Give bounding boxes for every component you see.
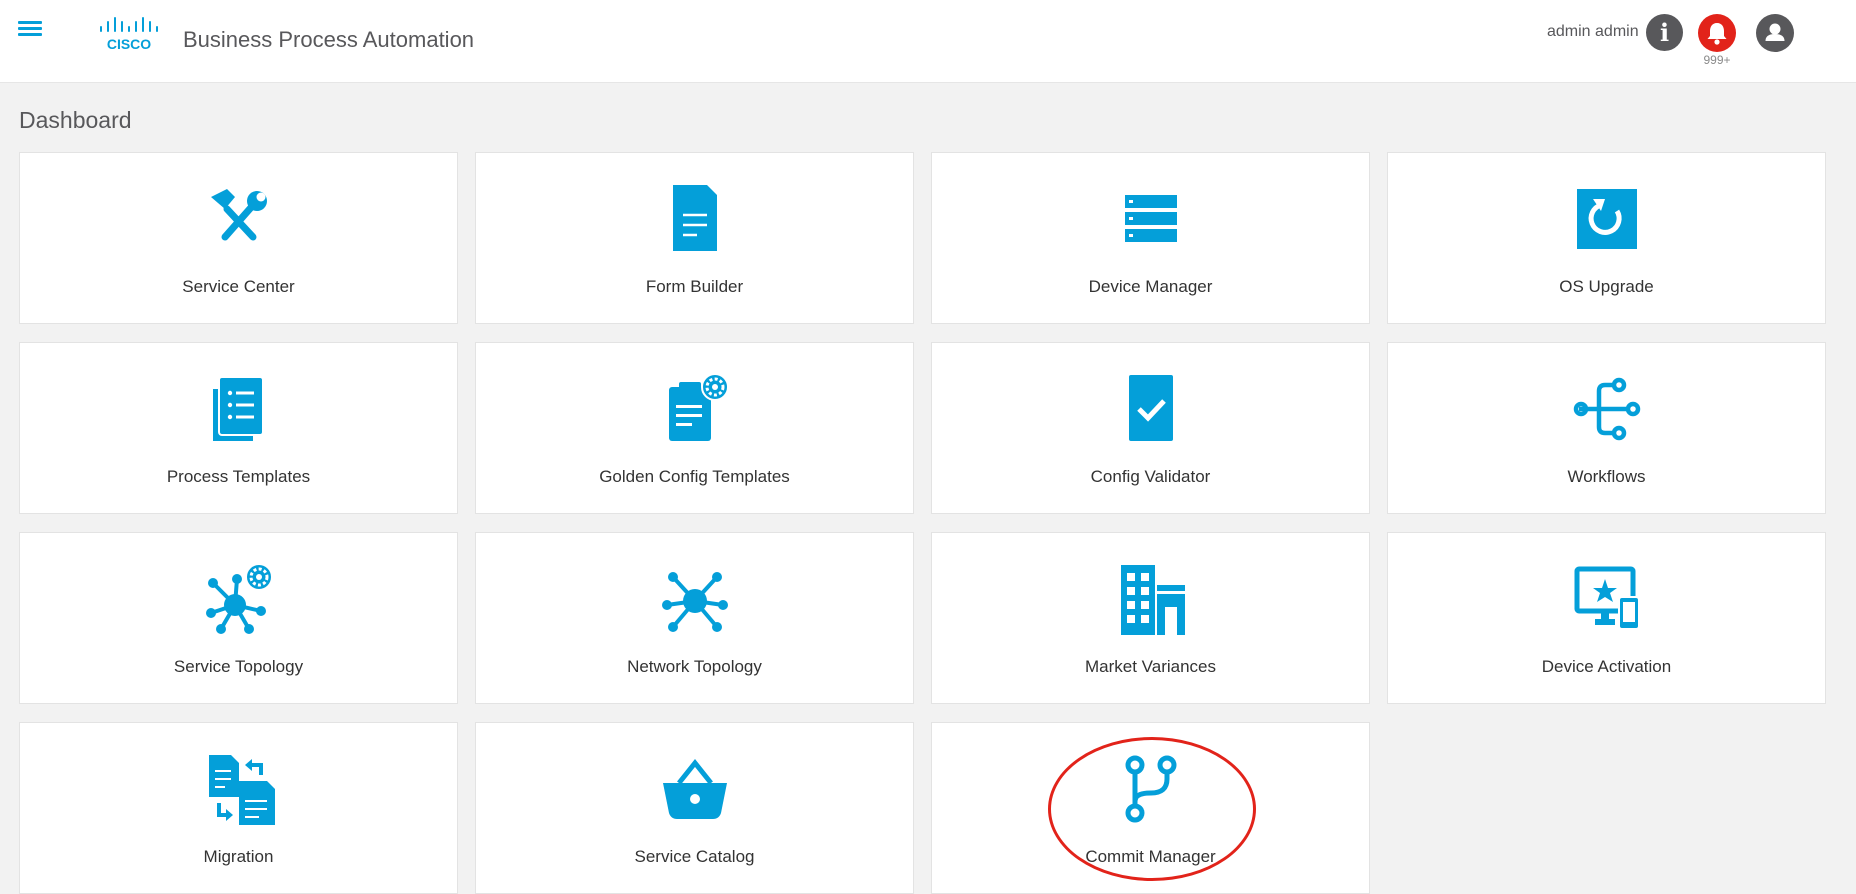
basket-icon	[659, 753, 731, 825]
dashboard-grid: Service Center Form Builder Device Manag…	[19, 152, 1826, 894]
tile-label: Process Templates	[166, 467, 311, 486]
tile-label: Device Manager	[1088, 277, 1213, 296]
tile-label: Form Builder	[645, 277, 744, 296]
tile-network-topology[interactable]: Network Topology	[475, 532, 914, 704]
git-branch-icon	[1115, 753, 1187, 825]
tile-label: Market Variances	[1084, 657, 1216, 676]
tile-service-catalog[interactable]: Service Catalog	[475, 722, 914, 894]
tile-form-builder[interactable]: Form Builder	[475, 152, 914, 324]
tile-golden-config-templates[interactable]: Golden Config Templates	[475, 342, 914, 514]
tile-migration[interactable]: Migration	[19, 722, 458, 894]
tile-label: Service Topology	[173, 657, 304, 676]
network-icon	[659, 563, 731, 635]
top-header: CISCO Business Process Automation admin …	[0, 0, 1856, 83]
tile-label: Service Catalog	[634, 847, 755, 866]
buildings-icon	[1115, 563, 1187, 635]
svg-text:CISCO: CISCO	[107, 36, 151, 52]
workflow-icon	[1571, 373, 1643, 445]
check-document-icon	[1115, 373, 1187, 445]
tile-label: Golden Config Templates	[599, 467, 790, 486]
topology-gear-icon	[203, 563, 275, 635]
notification-count: 999+	[1703, 53, 1731, 67]
clipboard-gear-icon	[659, 373, 731, 445]
monitor-devices-icon	[1571, 563, 1643, 635]
bell-icon[interactable]	[1698, 14, 1736, 52]
tools-icon	[203, 183, 275, 255]
user-name[interactable]: admin admin	[1547, 23, 1639, 41]
tile-device-manager[interactable]: Device Manager	[931, 152, 1370, 324]
tile-label: Service Center	[182, 277, 295, 296]
tile-label: Migration	[203, 847, 274, 866]
swap-documents-icon	[203, 753, 275, 825]
hamburger-menu-icon[interactable]	[18, 18, 42, 42]
app-title: Business Process Automation	[183, 27, 475, 52]
cisco-logo[interactable]: CISCO	[98, 14, 162, 54]
tile-config-validator[interactable]: Config Validator	[931, 342, 1370, 514]
tile-process-templates[interactable]: Process Templates	[19, 342, 458, 514]
tile-device-activation[interactable]: Device Activation	[1387, 532, 1826, 704]
page-title: Dashboard	[19, 107, 132, 133]
tile-label: Config Validator	[1090, 467, 1211, 486]
refresh-icon	[1571, 183, 1643, 255]
tile-workflows[interactable]: Workflows	[1387, 342, 1826, 514]
user-icon[interactable]	[1756, 14, 1794, 52]
list-document-icon	[203, 373, 275, 445]
tile-service-center[interactable]: Service Center	[19, 152, 458, 324]
tile-label: Network Topology	[627, 657, 762, 676]
tile-market-variances[interactable]: Market Variances	[931, 532, 1370, 704]
server-icon	[1115, 183, 1187, 255]
document-icon	[659, 183, 731, 255]
info-icon[interactable]: i	[1646, 14, 1683, 51]
tile-os-upgrade[interactable]: OS Upgrade	[1387, 152, 1826, 324]
tile-label: Device Activation	[1541, 657, 1672, 676]
tile-label: OS Upgrade	[1559, 277, 1654, 296]
tile-label: Commit Manager	[1085, 847, 1216, 866]
tile-commit-manager[interactable]: Commit Manager	[931, 722, 1370, 894]
tile-service-topology[interactable]: Service Topology	[19, 532, 458, 704]
tile-label: Workflows	[1567, 467, 1646, 486]
